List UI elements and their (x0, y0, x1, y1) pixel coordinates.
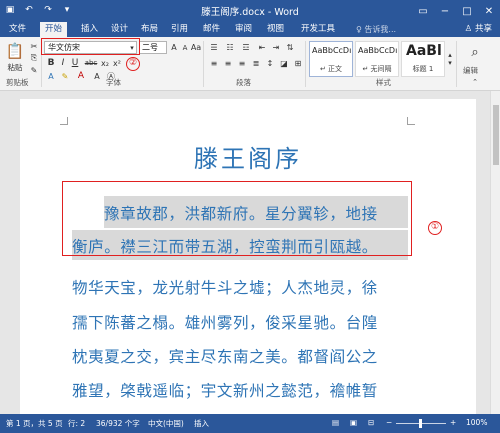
paragraph-line: 枕夷夏之交，宾主尽东南之美。都督阎公之 (72, 348, 378, 366)
document-heading: 滕王阁序 (194, 145, 302, 173)
group-separator (203, 41, 204, 87)
close-button[interactable]: ✕ (478, 0, 500, 22)
sort-icon[interactable]: ⇅ (284, 42, 296, 53)
vertical-scrollbar[interactable] (490, 91, 500, 414)
style-heading-1[interactable]: AaBl 标题 1 (401, 41, 445, 77)
margin-marker (60, 117, 68, 125)
find-icon[interactable]: ⌕ (461, 43, 489, 61)
style-sample: AaBbCcDı (312, 46, 352, 55)
ribbon-display-icon[interactable]: ▭ (412, 0, 434, 22)
tab-view[interactable]: 视图 (262, 22, 289, 37)
group-separator (456, 41, 457, 87)
zoom-slider-thumb[interactable] (419, 419, 422, 428)
italic-button[interactable]: I (58, 57, 68, 69)
annotation-marker-2: ② (126, 57, 140, 71)
style-name: ↵ 正文 (319, 65, 343, 73)
group-label-styles: 样式 (376, 78, 391, 87)
tab-layout[interactable]: 布局 (136, 22, 163, 37)
subscript-button[interactable]: x₂ (100, 57, 110, 69)
numbering-icon[interactable]: ☷ (224, 42, 236, 53)
scroll-thumb[interactable] (493, 105, 499, 165)
tab-home[interactable]: 开始 (40, 22, 68, 37)
strikethrough-button[interactable]: abc (84, 57, 98, 69)
font-size-input[interactable]: 二号 (139, 41, 167, 54)
align-left-icon[interactable]: ≡ (208, 58, 220, 69)
annotation-box-paragraph (62, 181, 412, 256)
status-bar: 第 1 页，共 5 页 行: 2 36/932 个字 中文(中国) 插入 ▤ ▣… (0, 414, 500, 433)
grow-font-icon[interactable]: A (169, 41, 179, 54)
justify-icon[interactable]: ≣ (250, 58, 262, 69)
status-word-count[interactable]: 36/932 个字 (96, 418, 140, 429)
bold-button[interactable]: B (46, 57, 56, 69)
style-name: ↵ 无间隔 (362, 65, 392, 73)
shrink-font-icon[interactable]: A (180, 41, 190, 54)
tab-insert[interactable]: 插入 (76, 22, 103, 37)
status-language[interactable]: 中文(中国) (148, 418, 184, 429)
document-page[interactable]: 滕王阁序 豫章故郡，洪都新府。星分翼轸，地接 衡庐。襟三江而带五湖，控蛮荆而引瓯… (20, 99, 476, 414)
borders-icon[interactable]: ⊞ (292, 58, 304, 69)
read-mode-icon[interactable]: ▤ (332, 418, 339, 427)
paste-icon[interactable]: 📋 (4, 41, 26, 61)
title-bar: ▣ ↶ ↷ ▾ 滕王阁序.docx - Word ▭ − □ ✕ (0, 0, 500, 22)
styles-scroll-icon[interactable]: ▴ ▾ (446, 41, 454, 77)
line-spacing-icon[interactable]: ↕ (264, 58, 276, 69)
align-right-icon[interactable]: ≡ (236, 58, 248, 69)
char-shading-icon[interactable]: A (92, 71, 102, 81)
underline-button[interactable]: U (70, 57, 80, 69)
tab-design[interactable]: 设计 (106, 22, 133, 37)
style-sample: AaBl (406, 43, 442, 59)
group-label-paragraph: 段落 (236, 78, 251, 87)
cut-icon[interactable]: ✂ (29, 41, 39, 51)
annotation-box-font (41, 38, 140, 55)
window-controls: ▭ − □ ✕ (412, 0, 500, 22)
zoom-level[interactable]: 100% (466, 418, 487, 427)
status-page[interactable]: 第 1 页，共 5 页 (6, 418, 63, 429)
align-center-icon[interactable]: ≡ (222, 58, 234, 69)
style-sample: AaBbCcDı (358, 46, 398, 55)
tell-me-search[interactable]: ♀ 告诉我... (356, 23, 396, 36)
increase-indent-icon[interactable]: ⇥ (270, 42, 282, 53)
tab-developer[interactable]: 开发工具 (296, 22, 340, 37)
paragraph-line: 物华天宝，龙光射牛斗之墟；人杰地灵，徐 (72, 279, 378, 297)
print-layout-icon[interactable]: ▣ (350, 418, 357, 427)
tab-review[interactable]: 审阅 (230, 22, 257, 37)
bullets-icon[interactable]: ☰ (208, 42, 220, 53)
group-label-editing: 编辑 (463, 66, 478, 75)
zoom-in-icon[interactable]: + (450, 418, 456, 427)
tab-references[interactable]: 引用 (166, 22, 193, 37)
zoom-out-icon[interactable]: − (386, 418, 392, 427)
margin-marker (407, 117, 415, 125)
share-button[interactable]: ♙ 共享 (465, 23, 492, 36)
paragraph-line: 孺下陈蕃之榻。雄州雾列，俊采星驰。台隍 (72, 314, 378, 332)
format-painter-icon[interactable]: ✎ (29, 65, 39, 75)
text-effects-icon[interactable]: A (46, 71, 56, 81)
style-no-spacing[interactable]: AaBbCcDı ↵ 无间隔 (355, 41, 399, 77)
font-color-button[interactable]: A (76, 71, 86, 81)
style-name: 标题 1 (412, 65, 434, 73)
highlight-icon[interactable]: ✎ (60, 71, 70, 81)
maximize-button[interactable]: □ (456, 0, 478, 22)
shading-icon[interactable]: ◪ (278, 58, 290, 69)
ribbon-tabs: 文件 开始 插入 设计 布局 引用 邮件 审阅 视图 开发工具 ♀ 告诉我...… (0, 22, 500, 37)
annotation-marker-1: ① (428, 221, 442, 235)
multilevel-list-icon[interactable]: ☲ (240, 42, 252, 53)
style-normal[interactable]: AaBbCcDı ↵ 正文 (309, 41, 353, 77)
web-layout-icon[interactable]: ⊟ (368, 418, 374, 427)
status-mode[interactable]: 插入 (194, 418, 209, 429)
tab-mailings[interactable]: 邮件 (198, 22, 225, 37)
case-icon[interactable]: Aa (191, 41, 201, 54)
superscript-button[interactable]: x² (112, 57, 122, 69)
paste-button[interactable]: 粘贴 (4, 62, 26, 72)
copy-icon[interactable]: ⎘ (29, 53, 39, 63)
status-line: 行: 2 (68, 419, 86, 428)
collapse-ribbon-icon[interactable]: ⌃ (470, 77, 480, 87)
group-label-font: 字体 (106, 78, 121, 87)
group-label-clipboard: 剪贴板 (6, 78, 29, 87)
minimize-button[interactable]: − (434, 0, 456, 22)
tab-file[interactable]: 文件 (4, 22, 31, 37)
paragraph-line: 雅望，棨戟遥临；宇文新州之懿范，襜帷暂 (72, 382, 378, 400)
decrease-indent-icon[interactable]: ⇤ (256, 42, 268, 53)
group-separator (305, 41, 306, 87)
